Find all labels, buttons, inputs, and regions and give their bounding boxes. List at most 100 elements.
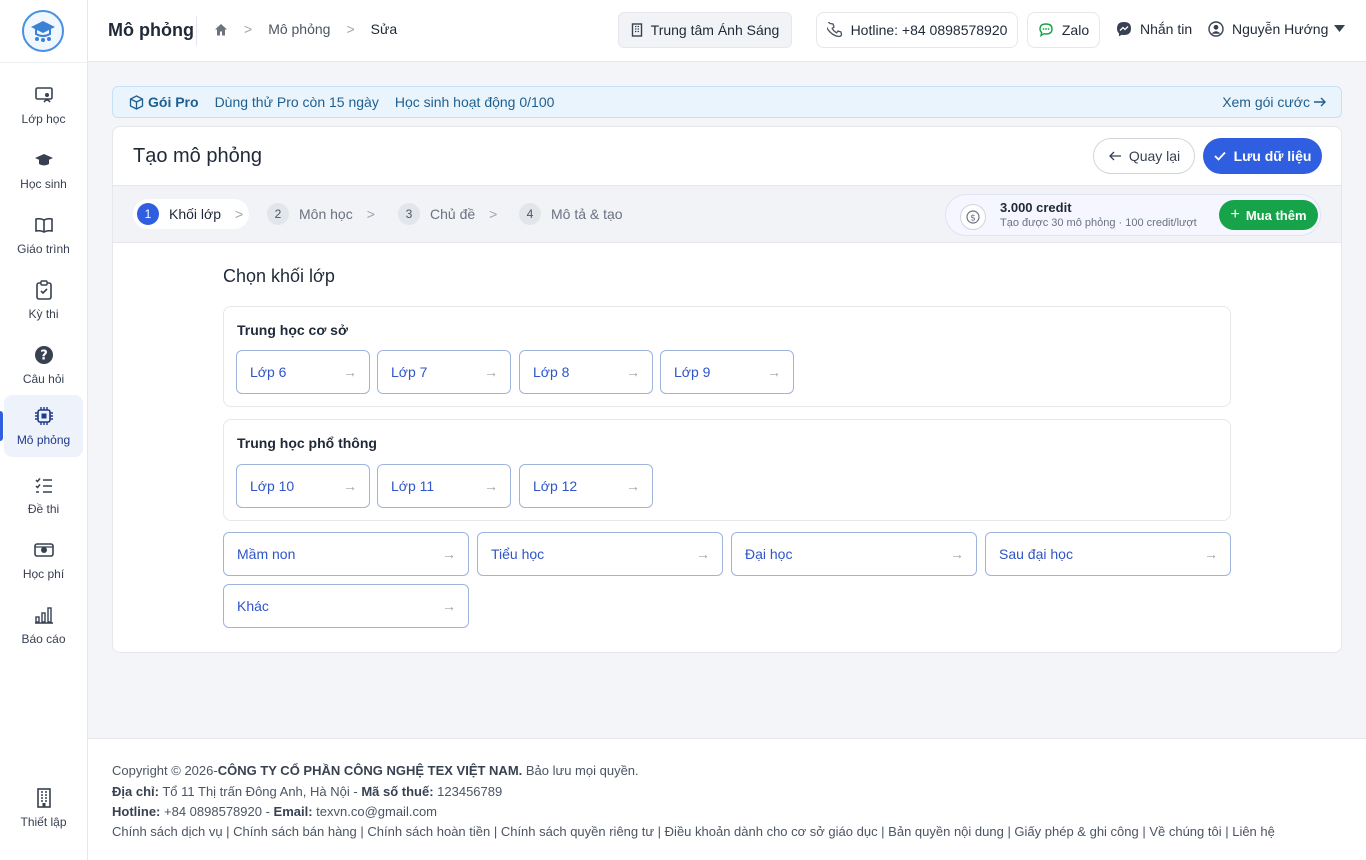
sidebar-item-label: Giáo trình — [17, 242, 70, 256]
coin-icon: $ — [960, 204, 986, 230]
grade-option-lop-8[interactable]: Lớp 8 → — [519, 350, 653, 394]
view-plans-link[interactable]: Xem gói cước — [1222, 94, 1327, 110]
sidebar-item-label: Thiết lập — [20, 815, 67, 829]
arrow-right-icon: → — [343, 364, 357, 380]
option-label: Lớp 11 — [391, 478, 435, 494]
buy-more-button[interactable]: + Mua thêm — [1219, 200, 1318, 230]
grade-option-lop-12[interactable]: Lớp 12 → — [519, 464, 653, 508]
hotline-button[interactable]: Hotline: +84 0898578920 — [816, 12, 1018, 48]
grade-group-thcs: Trung học cơ sở Lớp 6 → Lớp 7 → Lớp 8 → Lớp… — [223, 306, 1231, 407]
grade-option-lop-9[interactable]: Lớp 9 → — [660, 350, 794, 394]
arrow-right-icon: → — [626, 364, 640, 380]
level-option-khac[interactable]: Khác → — [223, 584, 469, 628]
company-name: CÔNG TY CỔ PHẦN CÔNG NGHỆ TEX VIỆT NAM. — [217, 763, 523, 778]
arrow-right-icon: → — [484, 364, 498, 380]
option-label: Tiểu học — [491, 546, 545, 562]
arrow-right-icon: → — [442, 598, 456, 614]
arrow-right-icon: → — [767, 364, 781, 380]
zalo-label: Zalo — [1061, 22, 1090, 38]
level-option-sau-dai-hoc[interactable]: Sau đại học → — [985, 532, 1231, 576]
sidebar-item-hoc-sinh[interactable]: Học sinh — [4, 139, 83, 201]
view-plans-label: Xem gói cước — [1222, 94, 1310, 110]
option-label: Lớp 10 — [250, 478, 295, 494]
credit-panel: $ 3.000 credit Tạo được 30 mô phỏng · 10… — [945, 194, 1321, 236]
option-label: Lớp 6 — [250, 364, 287, 380]
sidebar-item-thiet-lap[interactable]: Thiết lập — [4, 777, 83, 839]
breadcrumb-current: Sửa — [370, 21, 398, 37]
classroom-icon — [33, 84, 55, 106]
sidebar: Lớp học Học sinh Giáo trình Kỳ thi ? Câu… — [0, 0, 88, 860]
step-number: 1 — [137, 203, 159, 225]
list-check-icon — [33, 474, 55, 496]
sidebar-item-giao-trinh[interactable]: Giáo trình — [4, 204, 83, 266]
phone-icon — [826, 22, 842, 38]
user-name: Nguyễn Hướng — [1232, 21, 1329, 37]
top-header: Mô phỏng > Mô phỏng > Sửa Trung tâm Ánh … — [88, 0, 1366, 62]
step-number: 4 — [519, 203, 541, 225]
step-mo-ta-tao[interactable]: 4 Mô tả & tạo — [515, 199, 629, 229]
step-label: Chủ đề — [430, 206, 476, 222]
step-mon-hoc[interactable]: 2 Môn học > — [263, 199, 381, 229]
grade-option-lop-10[interactable]: Lớp 10 → — [236, 464, 370, 508]
back-button[interactable]: Quay lại — [1093, 138, 1195, 174]
footer-links[interactable]: Chính sách dịch vụ | Chính sách bán hàng… — [112, 824, 1275, 839]
center-selector-button[interactable]: Trung tâm Ánh Sáng — [618, 12, 792, 48]
home-icon[interactable] — [214, 23, 228, 36]
money-icon — [33, 539, 55, 561]
chat-bubble-icon — [1039, 23, 1053, 37]
building-icon — [33, 787, 55, 809]
grade-option-lop-7[interactable]: Lớp 7 → — [377, 350, 511, 394]
save-button[interactable]: Lưu dữ liệu — [1203, 138, 1322, 174]
sidebar-item-lop-hoc[interactable]: Lớp học — [4, 74, 83, 136]
tax-label: Mã số thuế: — [361, 784, 434, 799]
arrow-right-icon: → — [950, 546, 964, 562]
grade-group-thpt: Trung học phổ thông Lớp 10 → Lớp 11 → Lớp … — [223, 419, 1231, 521]
sidebar-item-label: Kỳ thi — [28, 307, 59, 321]
step-chu-de[interactable]: 3 Chủ đề > — [394, 199, 503, 229]
arrow-right-icon: → — [696, 546, 710, 562]
section-title: Chọn khối lớp — [223, 266, 335, 286]
sidebar-item-cau-hoi[interactable]: ? Câu hỏi — [4, 334, 83, 396]
sidebar-item-label: Học phí — [22, 567, 65, 581]
sidebar-item-de-thi[interactable]: Đề thi — [4, 464, 83, 526]
check-icon — [1213, 151, 1226, 161]
user-menu[interactable]: Nguyễn Hướng — [1208, 21, 1346, 37]
tax-number: 123456789 — [433, 784, 503, 799]
step-number: 2 — [267, 203, 289, 225]
sidebar-item-hoc-phi[interactable]: Học phí — [4, 529, 83, 591]
sidebar-item-ky-thi[interactable]: Kỳ thi — [4, 269, 83, 331]
messenger-label: Nhắn tin — [1140, 21, 1193, 37]
option-label: Mầm non — [237, 546, 296, 562]
breadcrumb-link[interactable]: Mô phỏng — [268, 21, 330, 37]
sidebar-item-mo-phong[interactable]: Mô phỏng — [0, 395, 83, 457]
chevron-right-icon: > — [244, 21, 253, 37]
chevron-right-icon: > — [235, 206, 244, 222]
footer-contact: Hotline: +84 0898578920 - Email: texvn.c… — [112, 804, 437, 819]
messenger-link[interactable]: Nhắn tin — [1116, 21, 1192, 37]
chip-icon — [33, 405, 55, 427]
zalo-button[interactable]: Zalo — [1027, 12, 1100, 48]
step-label: Mô tả & tạo — [551, 206, 623, 222]
logo[interactable] — [22, 10, 64, 52]
hotline-number: +84 0898578920 - — [160, 804, 274, 819]
hotline-label: Hotline: — [112, 804, 161, 819]
chevron-right-icon: > — [346, 21, 355, 37]
graduation-cap-icon — [33, 149, 55, 171]
package-icon — [129, 94, 144, 110]
plus-icon: + — [1230, 206, 1240, 223]
breadcrumb: > Mô phỏng > Sửa — [214, 21, 397, 37]
arrow-right-icon — [1314, 97, 1326, 107]
sidebar-item-bao-cao[interactable]: Báo cáo — [4, 594, 83, 656]
grade-option-lop-6[interactable]: Lớp 6 → — [236, 350, 370, 394]
arrow-right-icon: → — [442, 546, 456, 562]
sidebar-item-label: Lớp học — [21, 112, 66, 126]
step-khoi-lop[interactable]: 1 Khối lớp > — [133, 199, 250, 229]
arrow-right-icon: → — [343, 478, 357, 494]
grade-option-lop-11[interactable]: Lớp 11 → — [377, 464, 511, 508]
sidebar-item-label: Câu hỏi — [22, 372, 65, 386]
level-option-dai-hoc[interactable]: Đại học → — [731, 532, 977, 576]
messenger-icon — [1117, 22, 1131, 37]
level-option-tieu-hoc[interactable]: Tiểu học → — [477, 532, 723, 576]
arrow-right-icon: → — [484, 478, 498, 494]
level-option-mam-non[interactable]: Mầm non → — [223, 532, 469, 576]
